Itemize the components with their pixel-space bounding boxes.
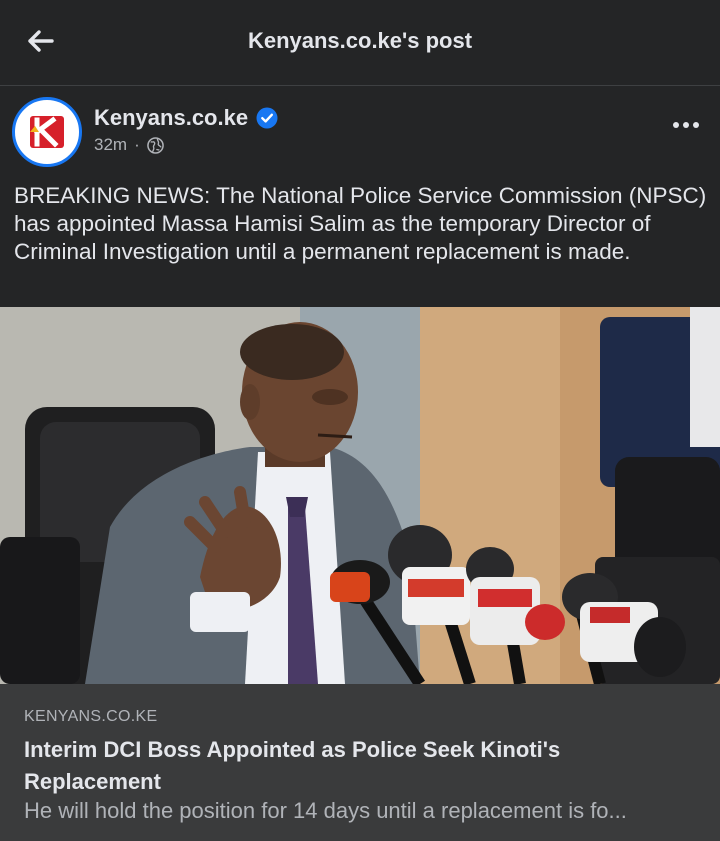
verified-badge-icon <box>256 107 278 129</box>
more-options-icon[interactable] <box>666 113 706 137</box>
author-name[interactable]: Kenyans.co.ke <box>94 105 278 131</box>
top-bar: Kenyans.co.ke's post <box>0 0 720 86</box>
avatar[interactable] <box>12 97 82 167</box>
post-header: Kenyans.co.ke 32m · <box>0 87 720 177</box>
press-conference-photo <box>0 307 720 684</box>
more-dot <box>693 122 699 128</box>
post-image[interactable] <box>0 307 720 684</box>
more-dot <box>673 122 679 128</box>
post-time[interactable]: 32m <box>94 135 127 155</box>
author-name-text[interactable]: Kenyans.co.ke <box>94 105 248 131</box>
link-title[interactable]: Interim DCI Boss Appointed as Police See… <box>24 734 694 798</box>
meta-separator: · <box>134 135 140 154</box>
post-meta: 32m · <box>94 135 164 155</box>
page-title: Kenyans.co.ke's post <box>247 28 473 53</box>
globe-icon <box>146 136 164 154</box>
link-description: He will hold the position for 14 days un… <box>24 798 627 823</box>
more-dot <box>683 122 689 128</box>
kenyans-logo <box>17 102 77 162</box>
post-text: BREAKING NEWS: The National Police Servi… <box>14 183 707 264</box>
link-preview-card[interactable]: KENYANS.CO.KE Interim DCI Boss Appointed… <box>0 684 720 841</box>
link-domain: KENYANS.CO.KE <box>24 708 158 725</box>
